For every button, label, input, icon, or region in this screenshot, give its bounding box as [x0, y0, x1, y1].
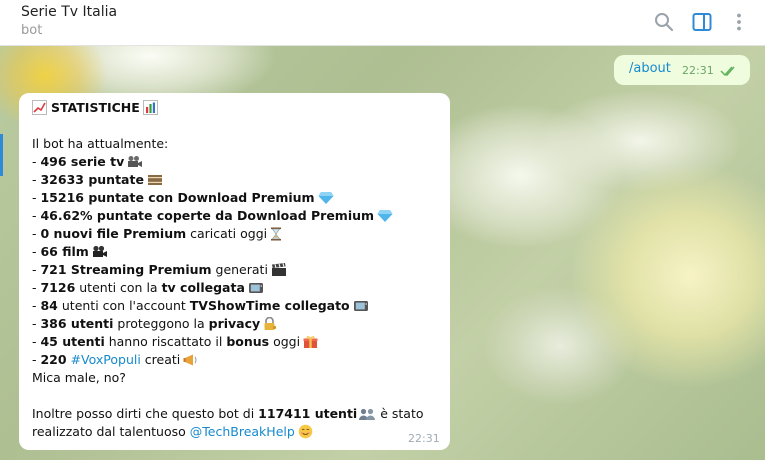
stat-bonus-text: hanno riscattato il — [104, 334, 227, 349]
stat-download-premium-value: 15216 puntate con Download Premium — [40, 190, 315, 205]
stat-tvshowtime-users: - 84 utenti con l'account TVShowTime col… — [32, 297, 442, 315]
stat-films: - 66 film — [32, 243, 442, 261]
side-panel-icon[interactable] — [690, 10, 714, 34]
stat-streaming-text: generati — [211, 262, 268, 277]
megaphone-icon — [183, 354, 197, 366]
gem-icon — [377, 210, 393, 222]
credit-post: è stato — [376, 406, 424, 421]
gem-icon — [318, 192, 334, 204]
intro-text: Il bot ha attualmente: — [32, 136, 169, 151]
stat-episodes-value: 32633 puntate — [40, 172, 144, 187]
television-icon — [248, 283, 263, 293]
stat-privacy-value: 386 utenti — [40, 316, 114, 331]
video-camera-icon — [128, 156, 143, 167]
stat-bonus-value: 45 utenti — [40, 334, 105, 349]
stat-voxpopuli: - 220 #VoxPopuli creati — [32, 351, 442, 369]
stat-bonus-bold: bonus — [226, 334, 270, 349]
stat-privacy-bold: privacy — [208, 316, 261, 331]
left-accent-bar — [0, 134, 3, 176]
double-check-icon — [720, 66, 735, 77]
stat-tvshowtime-users-bold: TVShowTime collegato — [189, 298, 350, 313]
gift-icon — [303, 336, 318, 348]
stat-new-files-value: 0 nuovi file Premium — [40, 226, 187, 241]
stat-episodes: - 32633 puntate — [32, 171, 442, 189]
stat-tvshowtime-users-text: utenti con l'account — [57, 298, 190, 313]
outgoing-message[interactable]: /about 22:31 — [614, 55, 750, 85]
credit-line-1: Inoltre posso dirti che questo bot di 11… — [32, 405, 442, 423]
chat-header: Serie Tv Italia bot — [0, 0, 765, 46]
film-frames-icon — [147, 175, 162, 185]
television-icon — [353, 301, 368, 311]
more-icon[interactable] — [727, 10, 751, 34]
stat-tvshowtime-users-value: 84 — [40, 298, 58, 313]
chat-subtitle: bot — [21, 23, 43, 38]
chart-up-icon — [32, 100, 47, 115]
outgoing-time: 22:31 — [682, 64, 714, 77]
stat-tv-users-value: 7126 — [40, 280, 76, 295]
incoming-time: 22:31 — [408, 432, 440, 445]
stat-bonus-rest: oggi — [269, 334, 301, 349]
stat-series: - 496 serie tv — [32, 153, 442, 171]
stat-tv-users-bold: tv collegata — [161, 280, 245, 295]
credit2-pre: realizzato dal talentuoso — [32, 424, 190, 439]
heading-text: STATISTICHE — [51, 100, 140, 115]
search-icon[interactable] — [652, 10, 676, 34]
stat-voxpopuli-value: 220 — [40, 352, 67, 367]
users-icon — [359, 408, 376, 420]
closing-text: Mica male, no? — [32, 370, 126, 385]
stat-tv-users-text: utenti con la — [75, 280, 162, 295]
credit-pre: Inoltre posso dirti che questo bot di — [32, 406, 259, 421]
stat-new-files: - 0 nuovi file Premium caricati oggi — [32, 225, 442, 243]
locked-with-key-icon — [264, 317, 277, 330]
stat-premium-coverage-value: 46.62% puntate coperte da Download Premi… — [40, 208, 375, 223]
stat-new-files-text: caricati oggi — [186, 226, 268, 241]
bar-chart-icon — [142, 100, 158, 115]
smiling-face-icon — [298, 424, 313, 439]
stat-films-value: 66 film — [40, 244, 89, 259]
chat-area[interactable]: /about 22:31 STATISTICHE Il bot ha attua… — [0, 46, 765, 460]
credit-line-2: realizzato dal talentuoso @TechBreakHelp — [32, 423, 442, 441]
voxpopuli-hashtag[interactable]: #VoxPopuli — [71, 352, 141, 367]
stat-privacy-text: proteggono la — [113, 316, 209, 331]
stat-series-value: 496 serie tv — [40, 154, 125, 169]
message-body: STATISTICHE Il bot ha attualmente: - 496… — [32, 99, 442, 441]
stat-download-premium: - 15216 puntate con Download Premium — [32, 189, 442, 207]
stat-privacy: - 386 utenti proteggono la privacy — [32, 315, 442, 333]
techbreakhelp-link[interactable]: @TechBreakHelp — [190, 424, 295, 439]
stat-streaming-value: 721 Streaming Premium — [40, 262, 212, 277]
hourglass-icon — [271, 227, 282, 241]
stat-streaming: - 721 Streaming Premium generati — [32, 261, 442, 279]
stat-voxpopuli-text: creati — [140, 352, 181, 367]
clapper-board-icon — [271, 263, 286, 276]
stats-heading: STATISTICHE — [32, 99, 442, 117]
incoming-message[interactable]: STATISTICHE Il bot ha attualmente: - 496… — [19, 93, 450, 450]
movie-camera-icon — [92, 245, 107, 257]
chat-title[interactable]: Serie Tv Italia — [21, 4, 117, 20]
stat-bonus: - 45 utenti hanno riscattato il bonus og… — [32, 333, 442, 351]
stat-tv-users: - 7126 utenti con la tv collegata — [32, 279, 442, 297]
credit-users-value: 117411 utenti — [258, 406, 358, 421]
outgoing-text[interactable]: /about — [629, 61, 671, 76]
stat-premium-coverage: - 46.62% puntate coperte da Download Pre… — [32, 207, 442, 225]
